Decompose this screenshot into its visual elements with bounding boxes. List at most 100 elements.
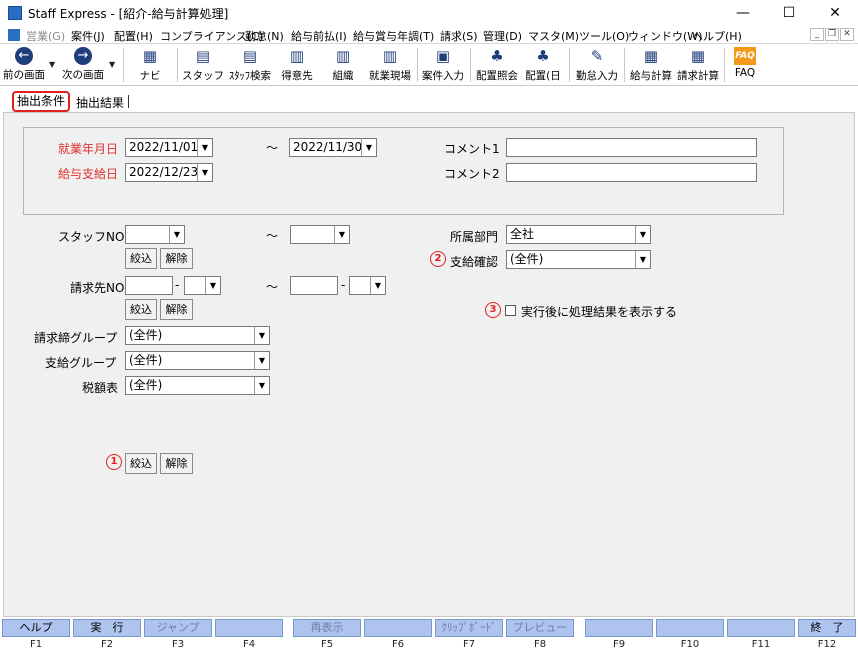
- menu-anken[interactable]: 案件(J): [71, 28, 105, 44]
- chevron-down-icon[interactable]: ▼: [254, 352, 269, 369]
- toolbar-payroll-calc-button[interactable]: ▦ 給与計算: [628, 47, 674, 83]
- chevron-down-icon[interactable]: ▼: [254, 377, 269, 394]
- menu-help[interactable]: ヘルプ(H): [692, 28, 742, 44]
- main-clear-button[interactable]: 解除: [160, 453, 193, 474]
- f4-key-label: F4: [242, 639, 256, 650]
- tax-table-value: (全件): [129, 378, 163, 392]
- pay-date-picker[interactable]: 2022/12/23 ▼: [125, 163, 213, 182]
- customer-no-dash: -: [175, 278, 180, 292]
- toolbar-billing-calc-button[interactable]: ▦ 請求計算: [675, 47, 721, 83]
- toolbar-attendance-input-button[interactable]: ✎ 勤怠入力: [573, 47, 621, 83]
- worksite-icon: ▥: [382, 47, 398, 65]
- f10-button[interactable]: [656, 619, 724, 637]
- menu-haichi[interactable]: 配置(H): [114, 28, 153, 44]
- f6-button[interactable]: [364, 619, 432, 637]
- mdi-close-button[interactable]: ✕: [840, 28, 854, 41]
- toolbar-separator: [123, 48, 124, 82]
- toolbar-back-button[interactable]: ← 前の画面: [2, 47, 46, 82]
- range-tilde: ～: [266, 229, 279, 243]
- range-tilde: ～: [266, 141, 279, 155]
- chevron-down-icon[interactable]: ▼: [370, 277, 385, 294]
- billing-calc-icon: ▦: [690, 47, 706, 65]
- f3-jump-button[interactable]: ジャンプ: [144, 619, 212, 637]
- menu-kanri[interactable]: 管理(D): [483, 28, 522, 44]
- toolbar-staff-search-button[interactable]: ▤ ｽﾀｯﾌ検索: [226, 47, 274, 83]
- f11-button[interactable]: [727, 619, 795, 637]
- menu-seikyu[interactable]: 請求(S): [440, 28, 478, 44]
- staff-no-to-combo[interactable]: ▼: [290, 225, 350, 244]
- menu-master[interactable]: マスタ(M): [528, 28, 579, 44]
- comment1-input[interactable]: [506, 138, 757, 157]
- forward-dropdown-icon[interactable]: ▼: [109, 60, 115, 69]
- staff-no-from-combo[interactable]: ▼: [125, 225, 185, 244]
- range-tilde: ～: [266, 280, 279, 294]
- work-date-from-picker[interactable]: 2022/11/01 ▼: [125, 138, 213, 157]
- chevron-down-icon[interactable]: ▼: [197, 164, 212, 181]
- comment2-input[interactable]: [506, 163, 757, 182]
- toolbar-staff-button[interactable]: ▤ スタッフ: [182, 47, 224, 83]
- pay-group-select[interactable]: (全件) ▼: [125, 351, 270, 370]
- staff-clear-button[interactable]: 解除: [160, 248, 193, 269]
- customer-no-from-input[interactable]: [125, 276, 173, 295]
- staff-filter-button[interactable]: 絞込: [125, 248, 157, 269]
- tab-extraction-conditions[interactable]: 抽出条件: [12, 91, 70, 112]
- main-filter-button[interactable]: 絞込: [125, 453, 157, 474]
- toolbar-navi-button[interactable]: ▦ ナビ: [130, 47, 170, 83]
- maximize-button[interactable]: ☐: [766, 0, 812, 26]
- chevron-down-icon[interactable]: ▼: [205, 277, 220, 294]
- toolbar-placement-inquiry-button[interactable]: ♣ 配置照会: [474, 47, 520, 83]
- chevron-down-icon[interactable]: ▼: [197, 139, 212, 156]
- toolbar-case-input-button[interactable]: ▣ 案件入力: [420, 47, 466, 83]
- toolbar-faq-button[interactable]: FAQ FAQ: [728, 47, 762, 79]
- menu-tools[interactable]: ツール(O): [579, 28, 629, 44]
- menu-kintai[interactable]: 勤怠(N): [245, 28, 284, 44]
- chevron-down-icon[interactable]: ▼: [635, 251, 650, 268]
- department-select[interactable]: 全社 ▼: [506, 225, 651, 244]
- marker-1: 1: [106, 454, 122, 470]
- staff-icon: ▤: [195, 47, 211, 65]
- tax-table-select[interactable]: (全件) ▼: [125, 376, 270, 395]
- f1-help-button[interactable]: ヘルプ: [2, 619, 70, 637]
- f8-preview-button[interactable]: プレビュー: [506, 619, 574, 637]
- customer-no-from-branch-combo[interactable]: ▼: [184, 276, 221, 295]
- pay-confirm-value: (全件): [510, 252, 544, 266]
- menu-payroll-bonus[interactable]: 給与賞与年調(T): [353, 28, 434, 44]
- f4-button[interactable]: [215, 619, 283, 637]
- billing-group-select[interactable]: (全件) ▼: [125, 326, 270, 345]
- customer-no-to-branch-combo[interactable]: ▼: [349, 276, 386, 295]
- toolbar-forward-button[interactable]: → 次の画面: [60, 47, 106, 82]
- staff-no-label: スタッフNO: [58, 230, 125, 244]
- chevron-down-icon[interactable]: ▼: [254, 327, 269, 344]
- toolbar-organization-button[interactable]: ▥ 組織: [322, 47, 364, 83]
- f12-exit-button[interactable]: 終 了: [798, 619, 856, 637]
- toolbar-customer-button[interactable]: ▥ 得意先: [276, 47, 318, 83]
- chevron-down-icon[interactable]: ▼: [635, 226, 650, 243]
- back-dropdown-icon[interactable]: ▼: [49, 60, 55, 69]
- f5-refresh-button[interactable]: 再表示: [293, 619, 361, 637]
- customer-no-to-input[interactable]: [290, 276, 338, 295]
- f2-execute-button[interactable]: 実 行: [73, 619, 141, 637]
- toolbar-organization-label: 組織: [332, 70, 354, 82]
- f9-button[interactable]: [585, 619, 653, 637]
- toolbar-case-input-label: 案件入力: [422, 70, 464, 82]
- work-date-to-picker[interactable]: 2022/11/30 ▼: [289, 138, 377, 157]
- chevron-down-icon[interactable]: ▼: [361, 139, 376, 156]
- pay-confirm-label: 支給確認: [450, 255, 499, 269]
- customer-clear-button[interactable]: 解除: [160, 299, 193, 320]
- customer-filter-button[interactable]: 絞込: [125, 299, 157, 320]
- minimize-button[interactable]: —: [720, 0, 766, 26]
- menu-eigyo[interactable]: 営業(G): [26, 28, 65, 44]
- pay-confirm-select[interactable]: (全件) ▼: [506, 250, 651, 269]
- chevron-down-icon[interactable]: ▼: [334, 226, 349, 243]
- tab-extraction-results[interactable]: 抽出結果: [76, 94, 124, 111]
- menu-prepay[interactable]: 給与前払(I): [291, 28, 347, 44]
- show-result-checkbox[interactable]: [505, 305, 516, 316]
- mdi-restore-button[interactable]: ❐: [825, 28, 839, 41]
- close-button[interactable]: ✕: [812, 0, 858, 26]
- f7-clipboard-button[interactable]: ｸﾘｯﾌﾟﾎﾞｰﾄﾞ: [435, 619, 503, 637]
- chevron-down-icon[interactable]: ▼: [169, 226, 184, 243]
- toolbar-placement-day-button[interactable]: ♣ 配置(日: [522, 47, 564, 83]
- toolbar-worksite-button[interactable]: ▥ 就業現場: [366, 47, 414, 83]
- work-date-label: 就業年月日: [58, 142, 119, 156]
- mdi-minimize-button[interactable]: _: [810, 28, 824, 41]
